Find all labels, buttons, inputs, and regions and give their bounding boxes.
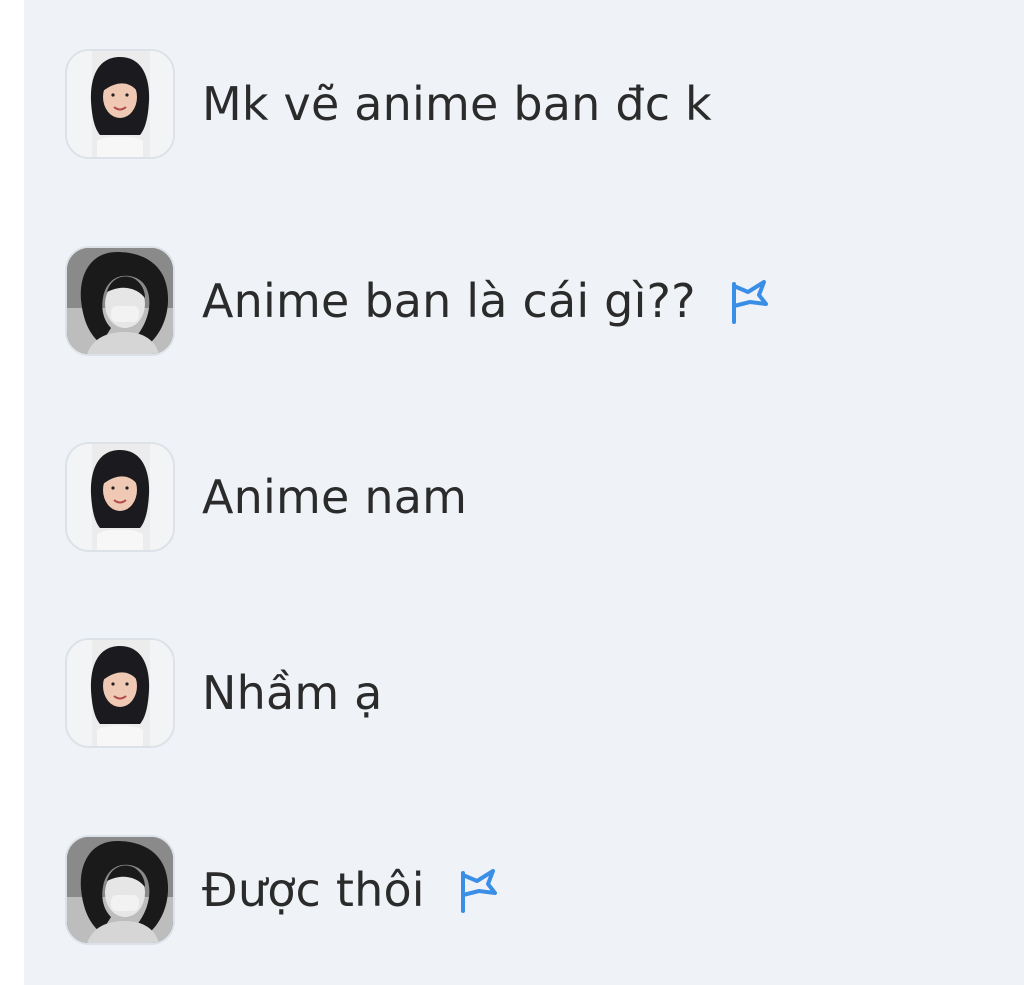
message-text: Mk vẽ anime ban đc k [202, 77, 712, 131]
avatar-image [67, 837, 173, 943]
message-text: Anime nam [202, 470, 468, 524]
avatar-image [67, 444, 173, 550]
chat-message[interactable]: Mk vẽ anime ban đc k [65, 47, 712, 161]
message-text: Anime ban là cái gì?? [202, 274, 696, 328]
message-text: Được thôi [202, 863, 425, 917]
flag-icon[interactable] [726, 278, 772, 324]
user-avatar[interactable] [65, 49, 175, 159]
flag-icon[interactable] [455, 867, 501, 913]
chat-message[interactable]: Được thôi [65, 833, 501, 947]
avatar-image [67, 51, 173, 157]
avatar-image [67, 248, 173, 354]
message-text: Nhầm ạ [202, 666, 383, 720]
chat-message[interactable]: Anime ban là cái gì?? [65, 244, 772, 358]
user-avatar[interactable] [65, 638, 175, 748]
chat-message[interactable]: Nhầm ạ [65, 636, 383, 750]
chat-panel: Mk vẽ anime ban đc k Anime ban là cái gì… [24, 0, 1024, 985]
user-avatar[interactable] [65, 835, 175, 945]
avatar-image [67, 640, 173, 746]
user-avatar[interactable] [65, 442, 175, 552]
chat-message[interactable]: Anime nam [65, 440, 467, 554]
user-avatar[interactable] [65, 246, 175, 356]
